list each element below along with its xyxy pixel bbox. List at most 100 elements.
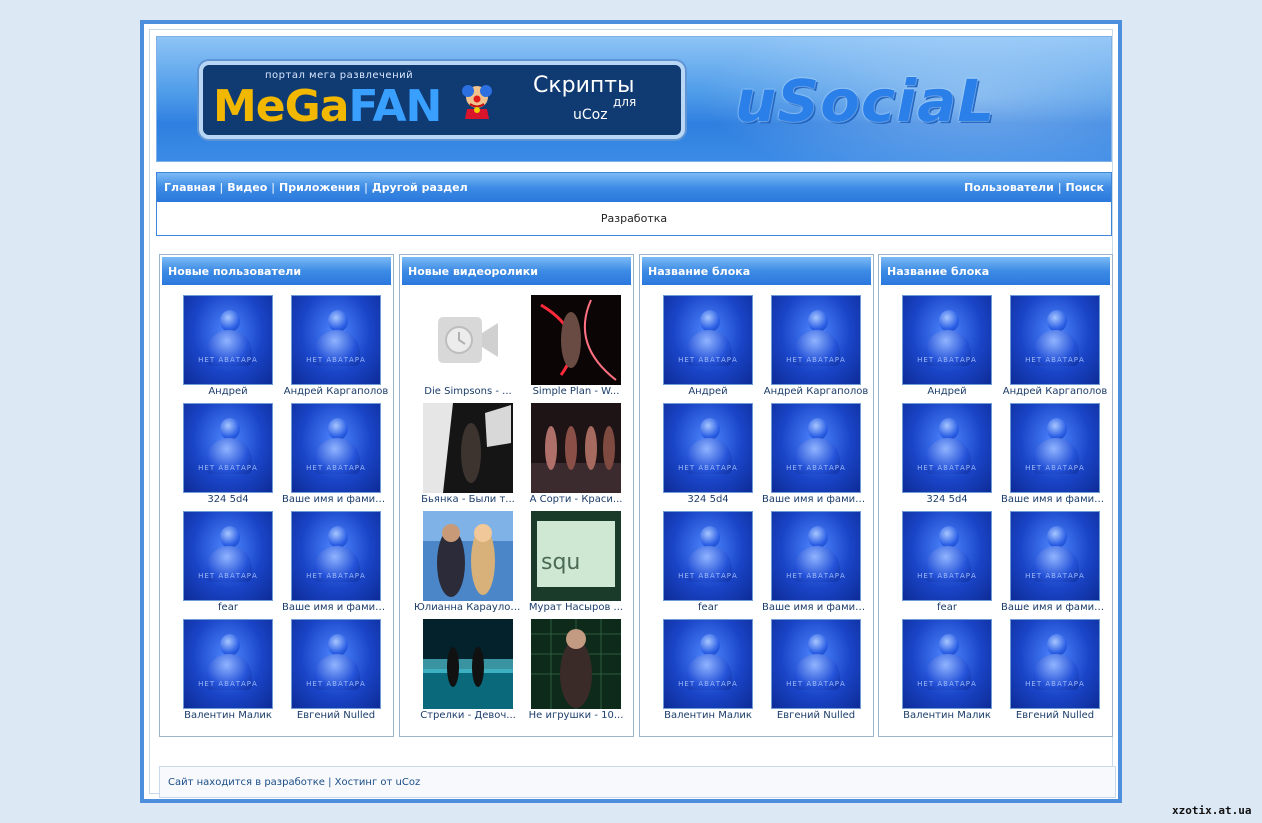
nav-search[interactable]: Поиск — [1066, 181, 1104, 194]
user-name[interactable]: Андрей Каргаполов — [762, 386, 870, 397]
nav-other-section[interactable]: Другой раздел — [372, 181, 468, 194]
user-name[interactable]: Ваше имя и фамилия — [1001, 602, 1109, 613]
video-title[interactable]: Бьянка - Были т... — [414, 494, 522, 505]
user-name[interactable]: Андрей — [893, 386, 1001, 397]
video-thumbnail[interactable] — [531, 619, 621, 709]
user-item[interactable]: НЕТ АВАТАРА Ваше имя и фамилия — [762, 511, 870, 619]
user-item[interactable]: НЕТ АВАТАРА fear — [174, 511, 282, 619]
user-item[interactable]: НЕТ АВАТАРА 324 5d4 — [654, 403, 762, 511]
nav-users[interactable]: Пользователи — [964, 181, 1054, 194]
default-avatar-icon[interactable]: НЕТ АВАТАРА — [1010, 511, 1100, 601]
video-item[interactable]: Бьянка - Были т... — [414, 403, 522, 511]
user-name[interactable]: fear — [893, 602, 1001, 613]
user-name[interactable]: Евгений Nulled — [762, 710, 870, 721]
user-item[interactable]: НЕТ АВАТАРА Валентин Малик — [174, 619, 282, 727]
default-avatar-icon[interactable]: НЕТ АВАТАРА — [663, 619, 753, 709]
user-name[interactable]: fear — [174, 602, 282, 613]
video-title[interactable]: Юлианна Караулова — [414, 602, 522, 613]
default-avatar-icon[interactable]: НЕТ АВАТАРА — [902, 403, 992, 493]
user-name[interactable]: Ваше имя и фамилия — [762, 602, 870, 613]
default-avatar-icon[interactable]: НЕТ АВАТАРА — [771, 511, 861, 601]
user-item[interactable]: НЕТ АВАТАРА Евгений Nulled — [762, 619, 870, 727]
default-avatar-icon[interactable]: НЕТ АВАТАРА — [663, 511, 753, 601]
user-name[interactable]: Валентин Малик — [654, 710, 762, 721]
footer-ucoz-link[interactable]: uCoz — [396, 777, 421, 788]
video-item[interactable]: Стрелки - Девоч... — [414, 619, 522, 727]
nav-apps[interactable]: Приложения — [279, 181, 360, 194]
user-name[interactable]: Андрей Каргаполов — [282, 386, 390, 397]
default-avatar-icon[interactable]: НЕТ АВАТАРА — [1010, 403, 1100, 493]
default-avatar-icon[interactable]: НЕТ АВАТАРА — [183, 295, 273, 385]
user-item[interactable]: НЕТ АВАТАРА Валентин Малик — [654, 619, 762, 727]
default-avatar-icon[interactable]: НЕТ АВАТАРА — [902, 619, 992, 709]
default-avatar-icon[interactable]: НЕТ АВАТАРА — [771, 619, 861, 709]
video-title[interactable]: Die Simpsons - ... — [414, 386, 522, 397]
user-name[interactable]: 324 5d4 — [893, 494, 1001, 505]
footer-dev-link[interactable]: Сайт находится в разработке — [168, 777, 325, 788]
video-item[interactable]: Simple Plan - W... — [522, 295, 630, 403]
video-item[interactable]: Die Simpsons - ... — [414, 295, 522, 403]
user-item[interactable]: НЕТ АВАТАРА Евгений Nulled — [282, 619, 390, 727]
default-avatar-icon[interactable]: НЕТ АВАТАРА — [291, 403, 381, 493]
nav-home[interactable]: Главная — [164, 181, 216, 194]
user-item[interactable]: НЕТ АВАТАРА Андрей Каргаполов — [282, 295, 390, 403]
user-item[interactable]: НЕТ АВАТАРА Валентин Малик — [893, 619, 1001, 727]
user-name[interactable]: fear — [654, 602, 762, 613]
user-name[interactable]: Ваше имя и фамилия — [762, 494, 870, 505]
default-avatar-icon[interactable]: НЕТ АВАТАРА — [1010, 619, 1100, 709]
video-thumbnail[interactable] — [531, 295, 621, 385]
user-item[interactable]: НЕТ АВАТАРА Андрей — [174, 295, 282, 403]
user-item[interactable]: НЕТ АВАТАРА Ваше имя и фамилия — [1001, 511, 1109, 619]
default-avatar-icon[interactable]: НЕТ АВАТАРА — [902, 511, 992, 601]
user-item[interactable]: НЕТ АВАТАРА 324 5d4 — [893, 403, 1001, 511]
video-thumbnail[interactable] — [423, 511, 513, 601]
user-item[interactable]: НЕТ АВАТАРА Ваше имя и фамилия — [282, 403, 390, 511]
video-title[interactable]: Стрелки - Девоч... — [414, 710, 522, 721]
user-name[interactable]: Андрей — [654, 386, 762, 397]
user-item[interactable]: НЕТ АВАТАРА fear — [654, 511, 762, 619]
default-avatar-icon[interactable]: НЕТ АВАТАРА — [902, 295, 992, 385]
video-thumbnail[interactable]: squ — [531, 511, 621, 601]
user-item[interactable]: НЕТ АВАТАРА Ваше имя и фамилия — [762, 403, 870, 511]
user-item[interactable]: НЕТ АВАТАРА Евгений Nulled — [1001, 619, 1109, 727]
video-camera-icon[interactable] — [423, 295, 513, 385]
video-thumbnail[interactable] — [423, 403, 513, 493]
user-item[interactable]: НЕТ АВАТАРА Ваше имя и фамилия — [1001, 403, 1109, 511]
site-logo[interactable]: портал мега развлечений MeGaFAN Скрипты … — [199, 61, 685, 139]
user-name[interactable]: Андрей — [174, 386, 282, 397]
user-name[interactable]: Евгений Nulled — [1001, 710, 1109, 721]
user-name[interactable]: Валентин Малик — [893, 710, 1001, 721]
video-item[interactable]: Юлианна Караулова — [414, 511, 522, 619]
video-title[interactable]: Мурат Насыров ... — [522, 602, 630, 613]
video-title[interactable]: Не игрушки - 10... — [522, 710, 630, 721]
nav-video[interactable]: Видео — [227, 181, 267, 194]
user-item[interactable]: НЕТ АВАТАРА Ваше имя и фамилия — [282, 511, 390, 619]
video-title[interactable]: А Сорти - Краси... — [522, 494, 630, 505]
video-thumbnail[interactable] — [423, 619, 513, 709]
video-thumbnail[interactable] — [531, 403, 621, 493]
video-title[interactable]: Simple Plan - W... — [522, 386, 630, 397]
user-item[interactable]: НЕТ АВАТАРА fear — [893, 511, 1001, 619]
user-name[interactable]: Ваше имя и фамилия — [282, 602, 390, 613]
default-avatar-icon[interactable]: НЕТ АВАТАРА — [663, 403, 753, 493]
user-item[interactable]: НЕТ АВАТАРА Андрей — [654, 295, 762, 403]
user-name[interactable]: Ваше имя и фамилия — [282, 494, 390, 505]
default-avatar-icon[interactable]: НЕТ АВАТАРА — [771, 295, 861, 385]
default-avatar-icon[interactable]: НЕТ АВАТАРА — [183, 403, 273, 493]
user-name[interactable]: 324 5d4 — [654, 494, 762, 505]
user-name[interactable]: 324 5d4 — [174, 494, 282, 505]
user-name[interactable]: Валентин Малик — [174, 710, 282, 721]
default-avatar-icon[interactable]: НЕТ АВАТАРА — [663, 295, 753, 385]
default-avatar-icon[interactable]: НЕТ АВАТАРА — [183, 619, 273, 709]
user-item[interactable]: НЕТ АВАТАРА Андрей Каргаполов — [1001, 295, 1109, 403]
user-name[interactable]: Ваше имя и фамилия — [1001, 494, 1109, 505]
video-item[interactable]: А Сорти - Краси... — [522, 403, 630, 511]
default-avatar-icon[interactable]: НЕТ АВАТАРА — [291, 295, 381, 385]
user-name[interactable]: Евгений Nulled — [282, 710, 390, 721]
default-avatar-icon[interactable]: НЕТ АВАТАРА — [771, 403, 861, 493]
user-item[interactable]: НЕТ АВАТАРА 324 5d4 — [174, 403, 282, 511]
user-name[interactable]: Андрей Каргаполов — [1001, 386, 1109, 397]
default-avatar-icon[interactable]: НЕТ АВАТАРА — [291, 511, 381, 601]
video-item[interactable]: squ Мурат Насыров ... — [522, 511, 630, 619]
user-item[interactable]: НЕТ АВАТАРА Андрей Каргаполов — [762, 295, 870, 403]
